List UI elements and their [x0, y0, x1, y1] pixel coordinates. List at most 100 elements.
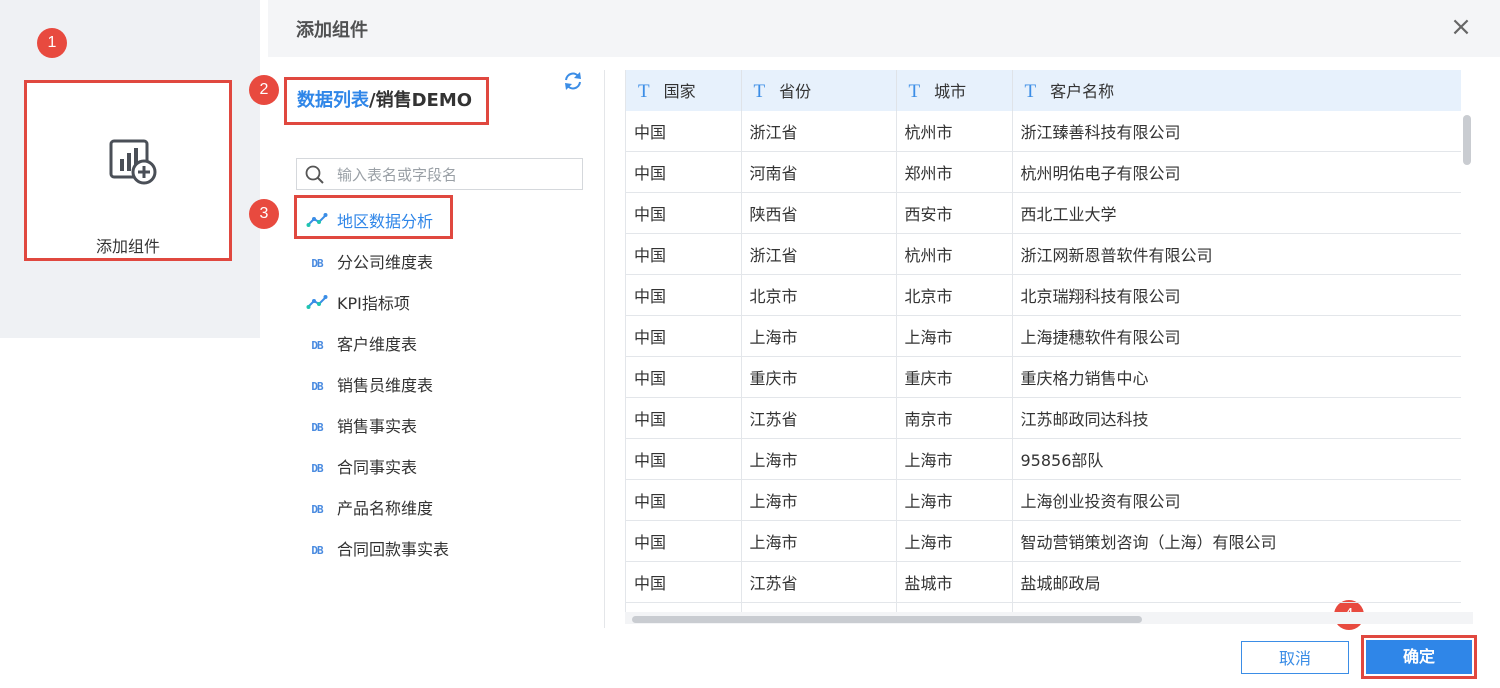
column-header[interactable]: T 城市 — [896, 70, 1013, 111]
table-cell: 浙江省 — [741, 233, 897, 275]
list-item[interactable]: DB 销售事实表 — [306, 413, 417, 441]
add-component-card[interactable]: 添加组件 — [24, 80, 232, 261]
list-item-label: 合同回款事实表 — [337, 540, 450, 559]
search-input[interactable] — [335, 162, 579, 188]
table-cell: 盐城邮政局 — [1012, 561, 1461, 603]
dialog-header: 添加组件 × — [268, 0, 1500, 57]
list-item-label: 地区数据分析 — [337, 212, 434, 231]
refresh-icon[interactable] — [562, 70, 584, 92]
breadcrumb: 数据列表/销售DEMO — [284, 77, 489, 125]
table-cell — [896, 602, 1013, 612]
db-icon: DB — [311, 543, 323, 557]
table-cell: 江苏邮政同达科技 — [1012, 397, 1461, 439]
db-icon: DB — [311, 379, 323, 393]
table-cell: 北京瑞翔科技有限公司 — [1012, 274, 1461, 316]
table-cell — [741, 602, 897, 612]
table-cell: 上海市 — [896, 438, 1013, 480]
table-cell: 浙江省 — [741, 111, 897, 152]
column-header-label: 省份 — [779, 82, 812, 101]
table-body: 中国 浙江省 杭州市 浙江臻善科技有限公司 中国 河南省 郑州市 杭州明佑电子有限公司 中国 陕西… — [626, 111, 1461, 612]
list-item[interactable]: DB 合同事实表 — [306, 454, 417, 482]
table-cell: 上海捷穗软件有限公司 — [1012, 315, 1461, 357]
table-cell: 南京市 — [896, 397, 1013, 439]
table-cell: 上海市 — [741, 438, 897, 480]
cancel-button[interactable]: 取消 — [1241, 641, 1349, 674]
table-cell: 上海市 — [741, 315, 897, 357]
table-row: 中国 上海市 上海市 智动营销策划咨询（上海）有限公司 — [626, 520, 1461, 562]
column-header-label: 国家 — [663, 82, 696, 101]
table-cell: 浙江臻善科技有限公司 — [1012, 111, 1461, 152]
table-cell: 盐城市 — [896, 561, 1013, 603]
search-box — [296, 158, 583, 190]
column-header[interactable]: T 客户名称 — [1012, 70, 1461, 111]
step-badge-1: 1 — [37, 28, 67, 58]
text-type-icon: T — [908, 81, 921, 102]
table-cell: 杭州明佑电子有限公司 — [1012, 151, 1461, 193]
table-cell: 中国 — [626, 479, 742, 521]
table-cell: 杭州市 — [896, 111, 1013, 152]
dataset-icon — [306, 209, 328, 237]
table-cell: 上海市 — [896, 479, 1013, 521]
list-item-label: 客户维度表 — [337, 335, 418, 354]
breadcrumb-separator: / — [369, 90, 376, 111]
table-row: 中国 河南省 郑州市 杭州明佑电子有限公司 — [626, 151, 1461, 193]
table-row: 中国 上海市 上海市 上海捷穗软件有限公司 — [626, 315, 1461, 357]
table-cell: 郑州市 — [896, 151, 1013, 193]
table-cell: 中国 — [626, 520, 742, 562]
table-cell: 北京市 — [896, 274, 1013, 316]
table-cell: 西北工业大学 — [1012, 192, 1461, 234]
db-icon: DB — [311, 420, 323, 434]
table-cell: 重庆市 — [896, 356, 1013, 398]
breadcrumb-link-data-list[interactable]: 数据列表 — [297, 90, 369, 111]
column-header-label: 城市 — [934, 82, 967, 101]
horizontal-scrollbar[interactable] — [632, 616, 1142, 623]
column-header[interactable]: T 省份 — [741, 70, 897, 111]
list-item-label: KPI指标项 — [337, 294, 410, 313]
table-cell: 西安市 — [896, 192, 1013, 234]
text-type-icon: T — [1024, 81, 1037, 102]
db-icon: DB — [311, 461, 323, 475]
add-component-label: 添加组件 — [95, 237, 160, 256]
list-item[interactable]: DB 客户维度表 — [306, 331, 417, 359]
list-item[interactable]: 地区数据分析 — [306, 208, 433, 236]
table-cell: 上海市 — [896, 315, 1013, 357]
step-badge-2: 2 — [249, 75, 279, 105]
table-row: 中国 浙江省 杭州市 浙江臻善科技有限公司 — [626, 111, 1461, 152]
text-type-icon: T — [753, 81, 766, 102]
table-row: 中国 陕西省 西安市 西北工业大学 — [626, 192, 1461, 234]
table-row: 中国 重庆市 重庆市 重庆格力销售中心 — [626, 356, 1461, 398]
close-icon[interactable]: × — [1448, 14, 1474, 40]
table-cell — [626, 602, 742, 612]
dataset-icon — [306, 291, 328, 319]
table-cell: 江苏省 — [741, 397, 897, 439]
table-cell: 陕西省 — [741, 192, 897, 234]
list-item-label: 合同事实表 — [337, 458, 418, 477]
table-cell: 上海市 — [741, 520, 897, 562]
search-icon — [305, 165, 324, 184]
column-header[interactable]: T 国家 — [626, 70, 742, 111]
table-row: 中国 上海市 上海市 95856部队 — [626, 438, 1461, 480]
table-cell: 中国 — [626, 111, 742, 152]
table-cell: 中国 — [626, 315, 742, 357]
table-cell: 中国 — [626, 274, 742, 316]
table-cell: 杭州市 — [896, 233, 1013, 275]
vertical-scrollbar[interactable] — [1463, 115, 1471, 165]
table-cell: 江苏省 — [741, 561, 897, 603]
table-cell: 中国 — [626, 356, 742, 398]
table-cell: 中国 — [626, 233, 742, 275]
ok-button[interactable]: 确定 — [1366, 640, 1472, 674]
list-item[interactable]: DB 分公司维度表 — [306, 249, 433, 277]
table-cell: 95856部队 — [1012, 438, 1461, 480]
list-item[interactable]: KPI指标项 — [306, 290, 410, 318]
table-header-row: T 国家 T 省份 T 城市 T 客户名称 — [626, 70, 1461, 111]
column-header-label: 客户名称 — [1050, 82, 1115, 101]
table-cell: 智动营销策划咨询（上海）有限公司 — [1012, 520, 1461, 562]
list-item[interactable]: DB 合同回款事实表 — [306, 536, 449, 564]
db-icon: DB — [311, 338, 323, 352]
table-cell: 重庆市 — [741, 356, 897, 398]
list-item[interactable]: DB 销售员维度表 — [306, 372, 433, 400]
table-cell — [1012, 602, 1461, 612]
table-row: 中国 北京市 北京市 北京瑞翔科技有限公司 — [626, 274, 1461, 316]
breadcrumb-current: 销售DEMO — [375, 90, 473, 111]
list-item[interactable]: DB 产品名称维度 — [306, 495, 433, 523]
